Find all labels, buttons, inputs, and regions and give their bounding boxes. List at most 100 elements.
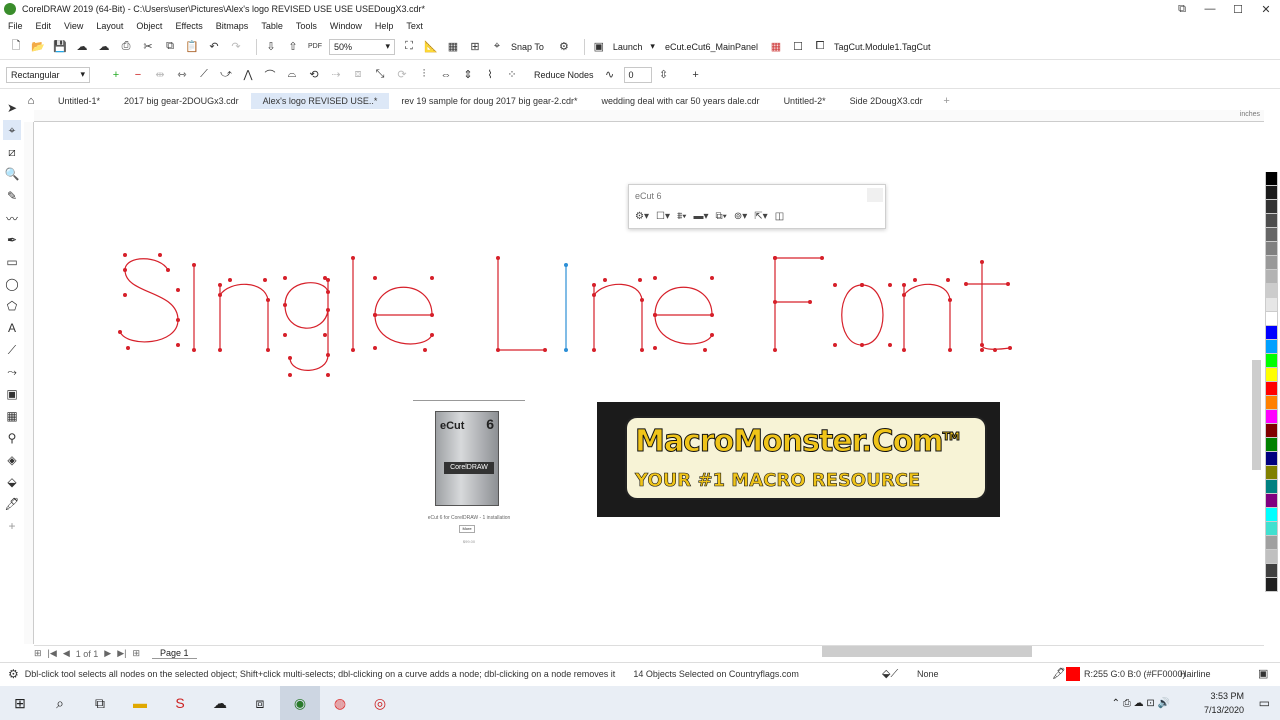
palette-swatch[interactable] [1265, 452, 1278, 466]
zoom-level-combo[interactable]: 50% ▾ [329, 38, 395, 55]
settings-icon[interactable]: ▣ [1258, 667, 1268, 680]
path-node[interactable] [703, 348, 707, 352]
path-node[interactable] [192, 263, 196, 267]
palette-swatch[interactable] [1265, 494, 1278, 508]
tab-untitled-1[interactable]: Untitled-1* [46, 93, 112, 109]
horizontal-ruler[interactable]: inches [34, 110, 1264, 122]
palette-swatch[interactable] [1265, 564, 1278, 578]
path-node[interactable] [176, 318, 180, 322]
path-node[interactable] [266, 298, 270, 302]
path-node[interactable] [118, 330, 122, 334]
new-document-icon[interactable]: 🗋 [8, 39, 24, 55]
app-icon[interactable]: ⧈ [240, 686, 280, 720]
menu-table[interactable]: Table [261, 21, 283, 31]
home-icon[interactable]: ⌂ [24, 94, 38, 108]
palette-swatch[interactable] [1265, 312, 1278, 326]
windows-start-icon[interactable]: ⊞ [0, 686, 40, 720]
to-curve-icon[interactable]: ⤻ [218, 67, 234, 83]
palette-swatch[interactable] [1265, 298, 1278, 312]
path-node[interactable] [888, 343, 892, 347]
app-icon[interactable]: ☁ [200, 686, 240, 720]
path-node[interactable] [218, 293, 222, 297]
new-tab-icon[interactable]: + [939, 93, 955, 109]
palette-swatch[interactable] [1265, 354, 1278, 368]
path-node[interactable] [326, 353, 330, 357]
first-page-icon[interactable]: |◀ [48, 648, 57, 659]
page-options-icon[interactable]: ⊞ [34, 648, 42, 659]
system-tray-icons[interactable]: ⌃ ⎙ ☁ ⊡ 🔊 [1112, 698, 1170, 709]
palette-swatch[interactable] [1265, 480, 1278, 494]
outline-pen-icon[interactable]: 🖋 [1052, 667, 1066, 680]
launch-button[interactable]: Launch [613, 42, 643, 52]
smart-fill-icon[interactable]: ⬙ [3, 472, 21, 492]
vertical-ruler[interactable] [24, 122, 34, 644]
path-node[interactable] [640, 348, 644, 352]
mirror-vertical-icon[interactable]: ⇕ [460, 67, 476, 83]
palette-swatch[interactable] [1265, 256, 1278, 270]
path-node[interactable] [1006, 282, 1010, 286]
path-node[interactable] [192, 348, 196, 352]
task-view-icon[interactable]: ⧉ [80, 686, 120, 720]
connector-tool-icon[interactable]: ⟋ [3, 340, 21, 360]
freehand-tool-icon[interactable]: ✎ [3, 186, 21, 206]
palette-swatch[interactable] [1265, 508, 1278, 522]
palette-swatch[interactable] [1265, 200, 1278, 214]
add-icon[interactable]: + [688, 67, 704, 83]
polygon-tool-icon[interactable]: ⬠ [3, 296, 21, 316]
outline-color-swatch[interactable] [1066, 667, 1080, 681]
ellipse-tool-icon[interactable]: ◯ [3, 274, 21, 294]
path-node[interactable] [373, 276, 377, 280]
pen-tool-icon[interactable]: ✒ [3, 230, 21, 250]
guidelines-icon[interactable]: ⊞ [467, 39, 483, 55]
copy-icon[interactable]: ⧉ [162, 39, 178, 55]
path-node[interactable] [564, 348, 568, 352]
path-node[interactable] [218, 348, 222, 352]
pdf-icon[interactable]: PDF [307, 39, 323, 55]
palette-swatch[interactable] [1265, 550, 1278, 564]
select-all-nodes-icon[interactable]: ⁘ [504, 67, 520, 83]
menu-file[interactable]: File [8, 21, 23, 31]
path-node[interactable] [653, 346, 657, 350]
menu-view[interactable]: View [64, 21, 83, 31]
elastic-mode-icon[interactable]: ⌇ [482, 67, 498, 83]
palette-swatch[interactable] [1265, 522, 1278, 536]
path-node[interactable] [283, 276, 287, 280]
tab-side-2[interactable]: Side 2DougX3.cdr [838, 93, 935, 109]
path-node[interactable] [603, 278, 607, 282]
taskbar-clock[interactable]: 3:53 PM 7/13/2020 [1204, 689, 1244, 717]
reduce-nodes-button[interactable]: Reduce Nodes [534, 70, 594, 80]
path-node[interactable] [902, 348, 906, 352]
next-page-icon[interactable]: ▶ [104, 648, 111, 659]
path-node[interactable] [946, 278, 950, 282]
rectangle-tool-icon[interactable]: ▭ [3, 252, 21, 272]
path-node[interactable] [430, 313, 434, 317]
path-node[interactable] [592, 348, 596, 352]
path-node[interactable] [351, 348, 355, 352]
path-node[interactable] [496, 348, 500, 352]
pick-tool-icon[interactable]: ➤ [3, 98, 21, 118]
launch-icon[interactable]: ▣ [591, 39, 607, 55]
path-node[interactable] [351, 256, 355, 260]
path-node[interactable] [430, 333, 434, 337]
ecut-panel-icon[interactable]: ◫ [775, 211, 784, 222]
artistic-media-icon[interactable]: 〰 [3, 208, 21, 228]
path-node[interactable] [263, 278, 267, 282]
palette-swatch[interactable] [1265, 368, 1278, 382]
path-node[interactable] [592, 283, 596, 287]
settings-gear-icon[interactable]: ⚙ [8, 667, 19, 681]
import-icon[interactable]: ⇩ [263, 39, 279, 55]
vertical-scrollbar[interactable] [1251, 114, 1263, 644]
page-tab[interactable]: Page 1 [152, 648, 197, 659]
vertical-scroll-thumb[interactable] [1252, 360, 1261, 470]
transparency-tool-icon[interactable]: ▦ [3, 406, 21, 426]
cut-icon[interactable]: ✂ [140, 39, 156, 55]
notifications-icon[interactable]: ▭ [1259, 696, 1270, 710]
path-node[interactable] [902, 283, 906, 287]
path-node[interactable] [373, 346, 377, 350]
path-node[interactable] [123, 253, 127, 257]
path-node[interactable] [980, 348, 984, 352]
align-nodes-icon[interactable]: ⫶ [416, 67, 432, 83]
maximize-button[interactable]: ☐ [1224, 0, 1252, 18]
minimize-button[interactable]: — [1196, 0, 1224, 18]
interactive-fill-icon[interactable]: ◈ [3, 450, 21, 470]
